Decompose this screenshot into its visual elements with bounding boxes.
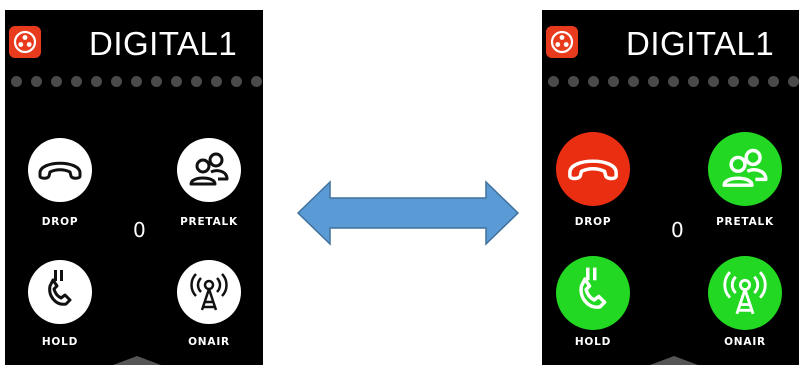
page-dot[interactable] (231, 76, 242, 87)
page-dot[interactable] (668, 76, 679, 87)
bottom-pull-tab[interactable] (650, 356, 698, 365)
drop-button[interactable] (556, 132, 630, 206)
onair-label: ONAIR (724, 336, 766, 348)
onair-button[interactable] (708, 256, 782, 330)
drop-label: DROP (574, 216, 612, 228)
broadcast-antenna-icon (190, 273, 228, 311)
page-dot[interactable] (688, 76, 699, 87)
app-logo-icon (9, 26, 41, 58)
page-dot[interactable] (588, 76, 599, 87)
hold-button[interactable] (556, 256, 630, 330)
phone-hold-icon (579, 267, 607, 309)
people-icon (722, 148, 768, 187)
page-dot[interactable] (728, 76, 739, 87)
page-dot[interactable] (548, 76, 559, 87)
right-phone-screen: DIGITAL1 DROP PRETALK 0 HOLD ONAIR (542, 10, 799, 365)
phone-hangup-icon (568, 159, 618, 181)
hold-button[interactable] (28, 260, 92, 324)
double-headed-arrow-icon (296, 180, 520, 246)
left-phone-screen: DIGITAL1 DROP PRETALK 0 HOLD ONAIR (5, 10, 263, 365)
page-dot[interactable] (91, 76, 102, 87)
hold-label: HOLD (41, 336, 79, 348)
drop-label: DROP (41, 216, 79, 228)
call-counter: 0 (133, 218, 146, 242)
channel-title: DIGITAL1 (89, 25, 238, 62)
page-dot[interactable] (568, 76, 579, 87)
page-dot[interactable] (788, 76, 799, 87)
page-dot[interactable] (51, 76, 62, 87)
page-dot[interactable] (708, 76, 719, 87)
page-dot[interactable] (151, 76, 162, 87)
phone-hold-icon (48, 270, 72, 306)
call-counter: 0 (671, 218, 684, 242)
page-dot[interactable] (748, 76, 759, 87)
page-dot[interactable] (31, 76, 42, 87)
people-icon (189, 152, 229, 186)
onair-button[interactable] (177, 260, 241, 324)
page-dot[interactable] (211, 76, 222, 87)
hold-label: HOLD (574, 336, 612, 348)
page-dot[interactable] (608, 76, 619, 87)
page-dot[interactable] (251, 76, 262, 87)
bottom-pull-tab[interactable] (113, 356, 161, 365)
channel-title: DIGITAL1 (626, 25, 775, 62)
pretalk-button[interactable] (177, 138, 241, 202)
page-dot[interactable] (191, 76, 202, 87)
broadcast-antenna-icon (723, 271, 767, 315)
app-logo-icon (546, 26, 578, 58)
page-dot[interactable] (11, 76, 22, 87)
page-indicator (548, 76, 799, 90)
pretalk-label: PRETALK (180, 216, 238, 228)
pretalk-button[interactable] (708, 132, 782, 206)
page-dot[interactable] (111, 76, 122, 87)
page-dot[interactable] (71, 76, 82, 87)
pretalk-label: PRETALK (716, 216, 774, 228)
page-dot[interactable] (648, 76, 659, 87)
phone-hangup-icon (38, 161, 82, 180)
onair-label: ONAIR (188, 336, 230, 348)
page-indicator (11, 76, 263, 90)
page-dot[interactable] (131, 76, 142, 87)
page-dot[interactable] (171, 76, 182, 87)
page-dot[interactable] (628, 76, 639, 87)
drop-button[interactable] (28, 138, 92, 202)
page-dot[interactable] (768, 76, 779, 87)
